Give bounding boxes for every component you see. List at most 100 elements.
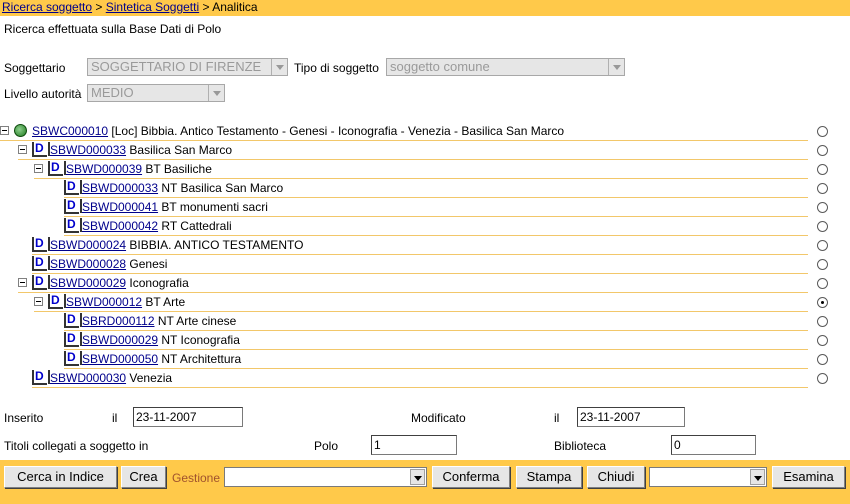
tree-item-text: SBWD000033 Basilica San Marco <box>50 141 232 159</box>
breadcrumb-separator: > <box>202 0 210 14</box>
subject-code-link[interactable]: SBWD000041 <box>82 200 158 214</box>
tree-item-text: SBWC000010 [Loc] Bibbia. Antico Testamen… <box>32 122 564 140</box>
chevron-down-icon <box>608 59 624 75</box>
select-radio[interactable] <box>817 316 828 327</box>
stampa-button[interactable]: Stampa <box>516 466 582 488</box>
descriptor-icon: D <box>32 370 50 385</box>
chiudi-button[interactable]: Chiudi <box>587 466 645 488</box>
descriptor-icon: D <box>48 294 66 309</box>
select-radio[interactable] <box>817 126 828 137</box>
subject-label: Basilica San Marco <box>129 143 233 157</box>
subject-label: Venezia <box>129 371 173 385</box>
subject-code-link[interactable]: SBWD000024 <box>50 238 126 252</box>
subject-label: RT Cattedrali <box>161 219 232 233</box>
polo-count-field[interactable]: 1 <box>371 435 457 455</box>
subject-code-link[interactable]: SBWD000042 <box>82 219 158 233</box>
descriptor-icon: D <box>64 332 82 347</box>
select-radio[interactable] <box>817 297 828 308</box>
select-radio[interactable] <box>817 335 828 346</box>
select-radio[interactable] <box>817 183 828 194</box>
soggettario-select[interactable]: SOGGETTARIO DI FIRENZE <box>87 58 288 76</box>
tipo-soggetto-select[interactable]: soggetto comune <box>386 58 625 76</box>
descriptor-icon: D <box>64 351 82 366</box>
tree-row: D SBWD000029 Iconografia <box>18 274 828 293</box>
tree-row: D SBRD000112 NT Arte cinese <box>64 312 828 331</box>
esamina-button[interactable]: Esamina <box>772 466 845 488</box>
biblioteca-count-field[interactable]: 0 <box>671 435 756 455</box>
select-radio[interactable] <box>817 278 828 289</box>
subject-code-link[interactable]: SBWD000029 <box>50 276 126 290</box>
subject-label: NT Basilica San Marco <box>161 181 284 195</box>
soggettario-value: SOGGETTARIO DI FIRENZE <box>91 59 262 74</box>
descriptor-icon: D <box>48 161 66 176</box>
soggettario-label: Soggettario <box>4 61 66 75</box>
select-radio[interactable] <box>817 240 828 251</box>
tree-row: D SBWD000033 NT Basilica San Marco <box>64 179 828 198</box>
descriptor-icon: D <box>64 313 82 328</box>
tipo-soggetto-label: Tipo di soggetto <box>294 61 379 75</box>
select-radio[interactable] <box>817 202 828 213</box>
collapse-toggle-icon[interactable] <box>34 297 43 306</box>
subject-code-link[interactable]: SBWC000010 <box>32 124 108 138</box>
subject-code-link[interactable]: SBWD000028 <box>50 257 126 271</box>
tree-item-text: SBWD000030 Venezia <box>50 369 172 387</box>
breadcrumb: Ricerca soggetto > Sintetica Soggetti > … <box>0 0 850 16</box>
select-radio[interactable] <box>817 145 828 156</box>
subject-code-link[interactable]: SBWD000033 <box>82 181 158 195</box>
subject-code-link[interactable]: SBWD000050 <box>82 352 158 366</box>
modificato-label: Modificato <box>411 411 466 425</box>
conferma-button[interactable]: Conferma <box>432 466 510 488</box>
select-radio[interactable] <box>817 259 828 270</box>
crea-button[interactable]: Crea <box>121 466 166 488</box>
tree-row: D SBWD000033 Basilica San Marco <box>18 141 828 160</box>
tree-item-text: SBWD000039 BT Basiliche <box>66 160 212 178</box>
tree-row: D SBWD000028 Genesi <box>32 255 828 274</box>
subject-code-link[interactable]: SBWD000029 <box>82 333 158 347</box>
tree-item-text: SBWD000029 NT Iconografia <box>82 331 240 349</box>
subject-code-link[interactable]: SBWD000012 <box>66 295 142 309</box>
subject-code-link[interactable]: SBWD000030 <box>50 371 126 385</box>
select-radio[interactable] <box>817 221 828 232</box>
subject-code-link[interactable]: SBWD000033 <box>50 143 126 157</box>
tree-row: D SBWD000024 BIBBIA. ANTICO TESTAMENTO <box>32 236 828 255</box>
descriptor-icon: D <box>64 199 82 214</box>
descriptor-icon: D <box>32 237 50 252</box>
modificato-il-label: il <box>554 411 560 425</box>
bottom-toolbar: Cerca in Indice Crea Gestione Conferma S… <box>0 460 850 504</box>
breadcrumb-link-ricerca-soggetto[interactable]: Ricerca soggetto <box>2 0 92 14</box>
inserito-il-label: il <box>112 411 118 425</box>
tree-item-text: SBWD000033 NT Basilica San Marco <box>82 179 283 197</box>
breadcrumb-link-sintetica-soggetti[interactable]: Sintetica Soggetti <box>106 0 199 14</box>
tree-item-text: SBRD000112 NT Arte cinese <box>82 312 236 330</box>
collapse-toggle-icon[interactable] <box>18 145 27 154</box>
subject-label: BT Arte <box>145 295 186 309</box>
subject-code-link[interactable]: SBRD000112 <box>82 314 155 328</box>
subject-label: [Loc] Bibbia. Antico Testamento - Genesi… <box>111 124 565 138</box>
select-radio[interactable] <box>817 373 828 384</box>
breadcrumb-separator: > <box>95 0 103 14</box>
biblioteca-label: Biblioteca <box>554 439 607 453</box>
gestione-select[interactable] <box>224 467 427 487</box>
chevron-down-icon <box>410 469 425 485</box>
extra-select[interactable] <box>649 467 767 487</box>
subject-code-link[interactable]: SBWD000039 <box>66 162 142 176</box>
descriptor-icon: D <box>32 256 50 271</box>
tree-row: D SBWD000041 BT monumenti sacri <box>64 198 828 217</box>
inserito-date-field[interactable]: 23-11-2007 <box>133 407 243 427</box>
cerca-in-indice-button[interactable]: Cerca in Indice <box>4 466 117 488</box>
collapse-toggle-icon[interactable] <box>34 164 43 173</box>
globe-icon <box>14 124 27 137</box>
tree-row: D SBWD000029 NT Iconografia <box>64 331 828 350</box>
select-radio[interactable] <box>817 164 828 175</box>
livello-autorita-value: MEDIO <box>91 85 134 100</box>
collapse-toggle-icon[interactable] <box>18 278 27 287</box>
tree-item-text: SBWD000042 RT Cattedrali <box>82 217 232 235</box>
chevron-down-icon <box>208 85 224 101</box>
modificato-date-field[interactable]: 23-11-2007 <box>577 407 685 427</box>
descriptor-icon: D <box>64 180 82 195</box>
descriptor-icon: D <box>64 218 82 233</box>
collapse-toggle-icon[interactable] <box>0 126 9 135</box>
livello-autorita-select[interactable]: MEDIO <box>87 84 225 102</box>
tree-row: D SBWD000039 BT Basiliche <box>34 160 828 179</box>
select-radio[interactable] <box>817 354 828 365</box>
